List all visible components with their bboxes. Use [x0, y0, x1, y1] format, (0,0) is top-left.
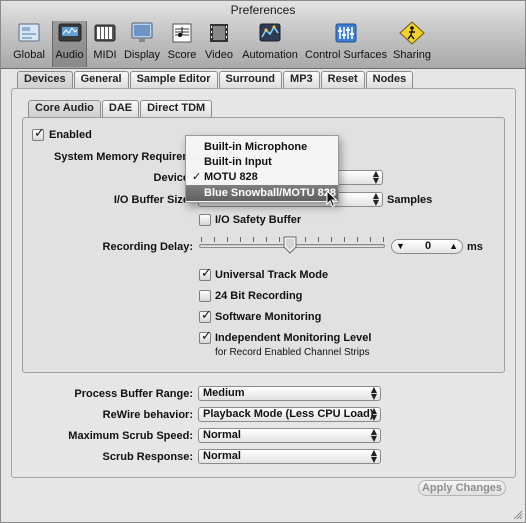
popup-arrows-icon: ▲ ▼: [372, 169, 380, 185]
resize-grip-icon[interactable]: [512, 509, 523, 520]
toolbar: Preferences Global Audio MIDI Display Sc…: [1, 1, 525, 69]
scrub-response-popup[interactable]: Normal ▲ ▼: [198, 449, 381, 464]
device-menu: Built-in Microphone Built-in Input ✓ MOT…: [185, 135, 339, 203]
checkmark-icon: ✓: [201, 308, 212, 323]
menu-item-motu-828[interactable]: ✓ MOTU 828: [186, 169, 338, 185]
checkmark-icon: ✓: [192, 170, 202, 183]
popup-arrows-icon: ▲ ▼: [370, 448, 378, 464]
automation-icon: [259, 23, 281, 42]
tab-devices[interactable]: Devices: [17, 71, 73, 88]
tab-direct-tdm[interactable]: Direct TDM: [140, 100, 213, 117]
toolbar-label: MIDI: [93, 49, 117, 61]
independent-monitoring-label: Independent Monitoring Level: [215, 332, 372, 344]
max-scrub-label: Maximum Scrub Speed:: [68, 430, 193, 442]
toolbar-label: Score: [167, 49, 197, 61]
stepper-up-icon[interactable]: ▲: [449, 240, 458, 253]
recording-delay-value: 0: [425, 240, 432, 252]
recording-delay-label: Recording Delay:: [102, 241, 193, 253]
toolbar-label: Audio: [55, 49, 84, 61]
software-monitoring-label: Software Monitoring: [215, 311, 322, 323]
toolbar-label: Display: [123, 49, 161, 61]
apply-changes-button[interactable]: Apply Changes: [418, 480, 506, 496]
toolbar-global[interactable]: Global: [9, 21, 49, 67]
enabled-label: Enabled: [49, 129, 92, 141]
recording-delay-stepper[interactable]: ▼ 0 ▲: [391, 239, 463, 254]
checkmark-icon: ✓: [34, 126, 45, 141]
menu-item-blue-snowball-motu-828[interactable]: Blue Snowball/MOTU 828: [186, 185, 338, 201]
score-icon: [172, 23, 192, 43]
driver-tabs: Core Audio DAE Direct TDM: [28, 100, 213, 117]
io-safety-checkbox[interactable]: [199, 214, 211, 226]
toolbar-label: Control Surfaces: [305, 49, 387, 61]
audio-icon: [58, 23, 81, 42]
bit24-checkbox[interactable]: [199, 290, 211, 302]
tab-reset[interactable]: Reset: [320, 71, 365, 88]
preferences-window: Preferences Global Audio MIDI Display Sc…: [0, 0, 526, 523]
device-label: Device: [153, 172, 189, 184]
main-tabs: Devices General Sample Editor Surround M…: [17, 71, 414, 89]
io-safety-label: I/O Safety Buffer: [215, 214, 302, 226]
toolbar-sharing[interactable]: Sharing: [391, 21, 433, 67]
menu-item-builtin-microphone[interactable]: Built-in Microphone: [186, 139, 338, 155]
toolbar-control-surfaces[interactable]: Control Surfaces: [305, 21, 387, 67]
checkmark-icon: ✓: [201, 329, 212, 344]
max-scrub-popup[interactable]: Normal ▲ ▼: [198, 428, 381, 443]
toolbar-display[interactable]: Display: [122, 21, 162, 67]
popup-arrows-icon: ▲ ▼: [372, 191, 380, 207]
tab-surround[interactable]: Surround: [218, 71, 283, 88]
scrub-response-label: Scrub Response:: [102, 451, 193, 463]
video-icon: [210, 24, 228, 42]
popup-arrows-icon: ▲ ▼: [370, 427, 378, 443]
stepper-down-icon[interactable]: ▼: [396, 240, 405, 253]
toolbar-label: Sharing: [393, 49, 431, 61]
tab-mp3[interactable]: MP3: [283, 71, 320, 88]
rewire-popup[interactable]: Playback Mode (Less CPU Load) ▲ ▼: [198, 407, 381, 422]
universal-track-label: Universal Track Mode: [215, 269, 329, 281]
software-monitoring-checkbox[interactable]: ✓: [199, 308, 212, 323]
bit24-label: 24 Bit Recording: [215, 290, 303, 302]
toolbar-label: Automation: [242, 49, 298, 61]
popup-arrows-icon: ▲ ▼: [370, 406, 378, 422]
io-buffer-unit: Samples: [387, 194, 433, 206]
enabled-checkbox[interactable]: ✓: [32, 126, 45, 141]
slider-knob[interactable]: [283, 236, 297, 254]
menu-item-builtin-input[interactable]: Built-in Input: [186, 154, 338, 170]
toolbar-label: Global: [13, 49, 45, 61]
independent-monitoring-subtext: for Record Enabled Channel Strips: [215, 347, 370, 358]
toolbar-video[interactable]: Video: [202, 21, 236, 67]
tab-general[interactable]: General: [73, 71, 129, 88]
tab-dae[interactable]: DAE: [101, 100, 140, 117]
process-buffer-popup[interactable]: Medium ▲ ▼: [198, 386, 381, 401]
toolbar-audio[interactable]: Audio: [52, 21, 87, 67]
control-surfaces-icon: [335, 23, 357, 43]
display-icon: [131, 22, 153, 42]
toolbar-midi[interactable]: MIDI: [90, 21, 120, 67]
popup-arrows-icon: ▲ ▼: [370, 385, 378, 401]
window-title: Preferences: [230, 3, 296, 17]
independent-monitoring-checkbox[interactable]: ✓: [199, 329, 212, 344]
tab-sample-editor[interactable]: Sample Editor: [129, 71, 218, 88]
toolbar-automation[interactable]: Automation: [240, 21, 300, 67]
midi-icon: [94, 24, 116, 42]
sharing-icon: [399, 21, 425, 45]
rewire-label: ReWire behavior:: [102, 409, 193, 421]
io-buffer-label: I/O Buffer Size: [113, 194, 189, 206]
recording-delay-unit: ms: [467, 241, 483, 253]
toolbar-label: Video: [205, 49, 233, 61]
mouse-pointer-icon: [326, 190, 338, 208]
universal-track-checkbox[interactable]: ✓: [199, 266, 212, 281]
process-buffer-label: Process Buffer Range:: [74, 388, 193, 400]
tab-core-audio[interactable]: Core Audio: [28, 100, 101, 117]
toolbar-score[interactable]: Score: [167, 21, 197, 67]
tab-nodes[interactable]: Nodes: [365, 71, 414, 88]
checkmark-icon: ✓: [201, 266, 212, 281]
global-icon: [18, 23, 40, 42]
